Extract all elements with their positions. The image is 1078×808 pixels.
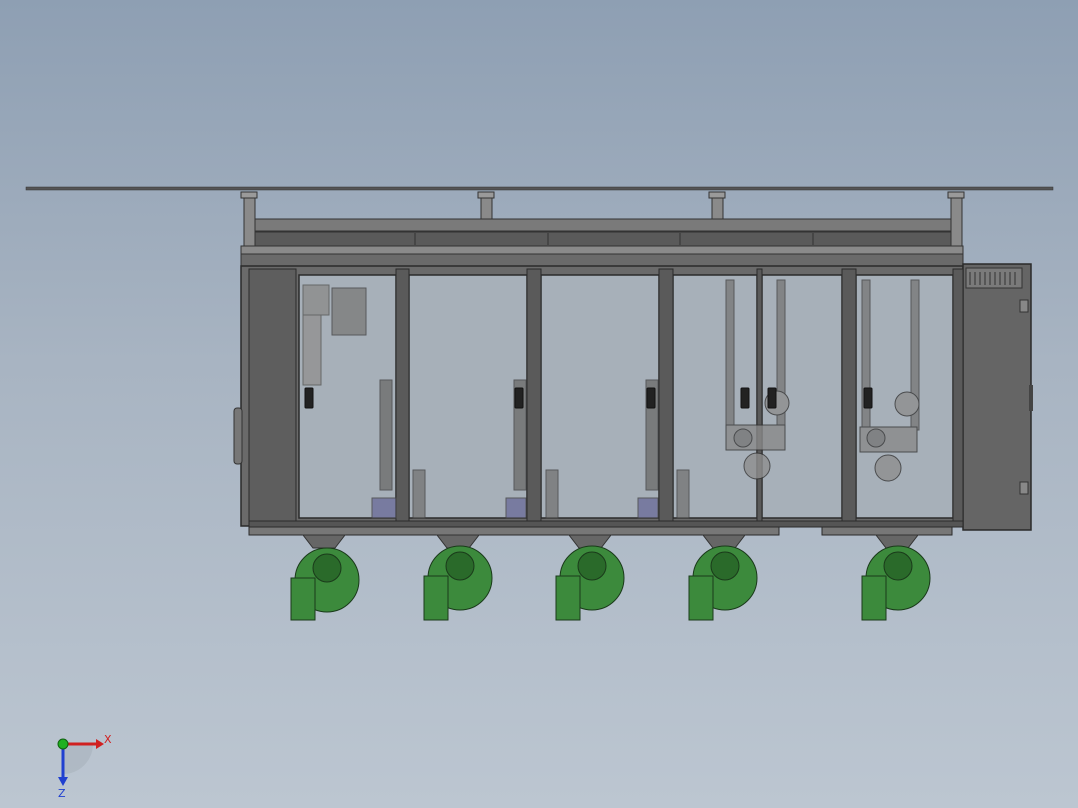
triad-y-axis xyxy=(57,738,69,750)
triad-quadrant xyxy=(63,744,93,774)
triad-x-label: X xyxy=(104,733,112,746)
orientation-triad: X Z xyxy=(57,733,112,800)
triad-x-arrow xyxy=(96,739,104,749)
cad-viewport[interactable]: X Z xyxy=(0,0,1078,808)
triad-z-arrow xyxy=(58,777,68,786)
triad-z-label: Z xyxy=(58,787,66,800)
